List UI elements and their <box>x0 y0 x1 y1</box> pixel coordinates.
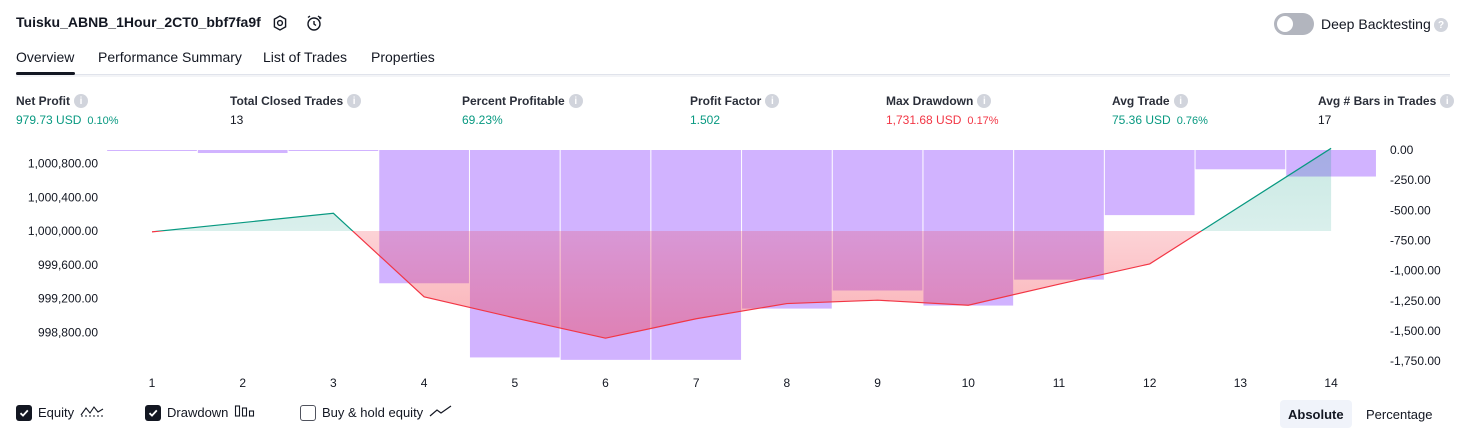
info-icon[interactable]: i <box>347 94 362 108</box>
toggle-knob <box>1277 16 1293 32</box>
tabbar-shadow <box>16 75 1450 77</box>
x-axis-tick: 13 <box>1234 376 1248 390</box>
drawdown-legend-label: Drawdown <box>167 405 229 420</box>
metric-profit-factor-label: Profit Factor i <box>690 94 780 108</box>
equity-legend-label: Equity <box>38 405 75 420</box>
drawdown-bars-icon <box>234 404 256 421</box>
metric-avg-bars-label: Avg # Bars in Trades i <box>1318 94 1455 108</box>
x-axis-tick: 9 <box>874 376 881 390</box>
metric-value-text: 17 <box>1318 113 1332 127</box>
metric-sub-text: 0.76% <box>1176 115 1208 127</box>
metric-label-text: Total Closed Trades <box>230 94 344 108</box>
left-axis-tick: 999,200.00 <box>38 292 98 306</box>
metric-value-text: 1,731.68 USD <box>886 113 962 127</box>
drawdown-bar <box>107 150 197 151</box>
x-axis-tick: 4 <box>421 376 428 390</box>
metric-avg-trade-value: 75.36 USD 0.76% <box>1112 113 1208 127</box>
metric-value-text: 13 <box>230 113 244 127</box>
left-axis-tick: 998,800.00 <box>38 325 98 339</box>
equity-checkbox[interactable] <box>16 404 32 421</box>
equity-drawdown-chart[interactable]: 1,000,800.00 1,000,400.00 1,000,000.00 999,… <box>0 140 1466 396</box>
left-axis-tick: 1,000,400.00 <box>28 190 98 204</box>
metric-total-closed-trades-value: 13 <box>230 113 243 127</box>
drawdown-checkbox[interactable] <box>145 404 161 421</box>
alarm-clock-icon[interactable] <box>304 13 324 33</box>
metric-percent-profitable-value: 69.23% <box>462 113 503 127</box>
deep-backtesting-toggle[interactable] <box>1274 13 1314 35</box>
drawdown-bar <box>197 150 288 154</box>
metric-max-drawdown-label: Max Drawdown i <box>886 94 992 108</box>
legend-drawdown[interactable]: Drawdown <box>145 404 256 421</box>
x-axis-tick: 3 <box>330 376 337 390</box>
x-axis-tick: 11 <box>1053 376 1066 390</box>
info-icon[interactable]: i <box>1173 94 1188 108</box>
settings-icon[interactable] <box>270 13 290 33</box>
x-axis-tick: 1 <box>149 376 156 390</box>
metric-label-text: Net Profit <box>16 94 70 108</box>
metric-label-text: Avg Trade <box>1112 94 1170 108</box>
info-icon[interactable]: i <box>977 94 992 108</box>
metric-label-text: Profit Factor <box>690 94 762 108</box>
right-axis-tick: -500.00 <box>1390 203 1431 217</box>
drawdown-bar <box>288 150 379 151</box>
metric-net-profit-label: Net Profit i <box>16 94 88 108</box>
tab-performance-summary[interactable]: Performance Summary <box>98 49 242 65</box>
x-axis-tick: 2 <box>239 376 246 390</box>
metric-total-closed-trades-label: Total Closed Trades i <box>230 94 362 108</box>
buy-hold-line-icon <box>429 404 453 421</box>
right-axis-tick: -1,500.00 <box>1390 324 1441 338</box>
tab-list-of-trades[interactable]: List of Trades <box>263 49 347 65</box>
info-icon[interactable]: i <box>1440 94 1455 108</box>
metric-sub-text: 0.17% <box>967 115 999 127</box>
info-icon[interactable]: i <box>568 94 583 108</box>
drawdown-bar <box>1195 150 1286 170</box>
legend-buy-hold-equity[interactable]: Buy & hold equity <box>300 404 453 421</box>
left-axis-tick: 999,600.00 <box>38 258 98 272</box>
help-icon[interactable]: ? <box>1434 18 1448 32</box>
info-icon[interactable]: i <box>74 94 88 108</box>
strategy-title: Tuisku_ABNB_1Hour_2CT0_bbf7fa9f <box>16 14 261 30</box>
metric-value-text: 69.23% <box>462 113 503 127</box>
legend-equity[interactable]: Equity <box>16 404 104 421</box>
right-axis-tick: -250.00 <box>1390 173 1431 187</box>
buy-hold-checkbox[interactable] <box>300 404 316 421</box>
x-axis-tick: 12 <box>1143 376 1157 390</box>
right-axis-tick: 0.00 <box>1390 143 1414 157</box>
metric-value-text: 1.502 <box>690 113 721 127</box>
deep-backtesting-label: Deep Backtesting <box>1321 16 1431 32</box>
absolute-toggle-button[interactable]: Absolute <box>1280 400 1352 428</box>
x-axis-tick: 8 <box>784 376 791 390</box>
left-axis-tick: 1,000,800.00 <box>28 157 98 171</box>
x-axis-tick: 14 <box>1324 376 1338 390</box>
right-axis-tick: -1,250.00 <box>1390 294 1441 308</box>
x-axis-tick: 10 <box>962 376 976 390</box>
metric-value-text: 979.73 USD <box>16 113 82 127</box>
metric-sub-text: 0.10% <box>87 115 119 127</box>
metric-avg-trade-label: Avg Trade i <box>1112 94 1188 108</box>
equity-line-icon <box>80 404 104 421</box>
active-tab-indicator <box>16 72 75 75</box>
metric-label-text: Percent Profitable <box>462 94 565 108</box>
tab-overview[interactable]: Overview <box>16 49 74 65</box>
metric-avg-bars-value: 17 <box>1318 113 1331 127</box>
buy-hold-legend-label: Buy & hold equity <box>322 405 424 420</box>
right-axis-tick: -1,750.00 <box>1390 354 1441 368</box>
metric-value-text: 75.36 USD <box>1112 113 1171 127</box>
metric-label-text: Avg # Bars in Trades <box>1318 94 1437 108</box>
metric-net-profit-value: 979.73 USD 0.10% <box>16 113 119 127</box>
x-axis-tick: 6 <box>602 376 609 390</box>
x-axis-tick: 5 <box>511 376 518 390</box>
info-icon[interactable]: i <box>765 94 780 108</box>
percentage-toggle-button[interactable]: Percentage <box>1358 400 1441 428</box>
metric-percent-profitable-label: Percent Profitable i <box>462 94 583 108</box>
right-axis-tick: -750.00 <box>1390 233 1431 247</box>
metric-max-drawdown-value: 1,731.68 USD 0.17% <box>886 113 999 127</box>
right-axis-tick: -1,000.00 <box>1390 264 1441 278</box>
drawdown-bar <box>1104 150 1195 216</box>
left-axis-tick: 1,000,000.00 <box>28 224 98 238</box>
metric-profit-factor-value: 1.502 <box>690 113 720 127</box>
metric-label-text: Max Drawdown <box>886 94 974 108</box>
x-axis-tick: 7 <box>693 376 700 390</box>
tab-properties[interactable]: Properties <box>371 49 435 65</box>
